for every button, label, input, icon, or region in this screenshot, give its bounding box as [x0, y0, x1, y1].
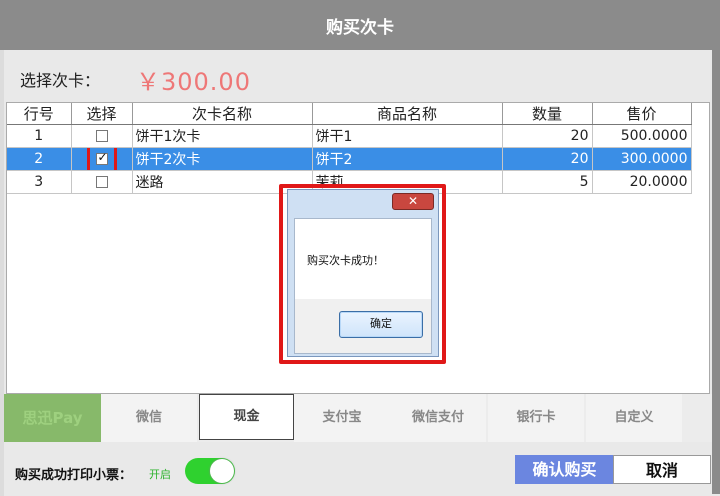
payment-custom[interactable]: 自定义 — [586, 394, 682, 442]
row-checkbox[interactable] — [95, 176, 108, 188]
dialog-body: 购买次卡成功！ 确定 — [294, 218, 432, 354]
confirm-purchase-button[interactable]: 确认购买 — [515, 455, 614, 484]
card-selector: 选择次卡： ￥300.00 — [4, 56, 712, 98]
dialog-message-area: 购买次卡成功！ — [295, 219, 431, 299]
product-name-cell: 饼干2 — [312, 147, 503, 171]
qty-cell: 5 — [502, 170, 593, 194]
payment-cash[interactable]: 现金 — [199, 394, 294, 440]
print-receipt-label: 购买成功打印小票： — [15, 468, 133, 483]
payment-wechat[interactable]: 微信 — [101, 394, 197, 442]
payment-sixun-pay[interactable]: 思迅Pay — [4, 394, 101, 442]
row-number: 3 — [7, 170, 72, 194]
dialog-message: 购买次卡成功！ — [307, 254, 384, 267]
toggle-state-label: 开启 — [149, 468, 171, 481]
row-number: 1 — [7, 124, 72, 148]
column-header-row-no[interactable]: 行号 — [7, 103, 72, 125]
cancel-button[interactable]: 取消 — [613, 455, 711, 484]
payment-bank-card[interactable]: 银行卡 — [488, 394, 584, 442]
right-edge — [712, 34, 720, 494]
column-header-price[interactable]: 售价 — [592, 103, 692, 125]
table-row[interactable]: 1 饼干1次卡 饼干1 20 500.0000 — [7, 124, 692, 148]
card-name-cell: 饼干2次卡 — [132, 147, 313, 171]
checkbox-highlight — [86, 147, 117, 170]
card-selector-label: 选择次卡： — [20, 71, 101, 90]
table-row[interactable]: 2 饼干2次卡 饼干2 20 300.0000 — [7, 147, 692, 171]
card-name-cell: 饼干1次卡 — [132, 124, 313, 148]
price-cell: 300.0000 — [592, 147, 692, 171]
column-header-card-name[interactable]: 次卡名称 — [132, 103, 313, 125]
qty-cell: 20 — [502, 147, 593, 171]
row-number: 2 — [7, 147, 72, 171]
footer-bar: 购买成功打印小票： 开启 确认购买 取消 — [4, 444, 712, 496]
row-checkbox[interactable] — [95, 150, 108, 165]
qty-cell: 20 — [502, 124, 593, 148]
row-select-cell — [71, 170, 133, 194]
product-name-cell: 饼干1 — [312, 124, 503, 148]
toggle-knob — [210, 459, 234, 483]
row-select-cell — [71, 124, 133, 148]
selected-card-price: ￥300.00 — [136, 68, 251, 96]
row-checkbox[interactable] — [95, 130, 108, 142]
payment-wechat-pay[interactable]: 微信支付 — [390, 394, 486, 442]
table-header-row: 行号 选择 次卡名称 商品名称 数量 售价 — [7, 103, 692, 125]
success-dialog: ✕ 购买次卡成功！ 确定 — [287, 189, 439, 357]
price-cell: 20.0000 — [592, 170, 692, 194]
price-cell: 500.0000 — [592, 124, 692, 148]
window-title: 购买次卡 — [0, 0, 720, 50]
print-receipt-toggle[interactable] — [185, 458, 235, 484]
column-header-qty[interactable]: 数量 — [502, 103, 593, 125]
column-header-select[interactable]: 选择 — [71, 103, 133, 125]
card-table: 行号 选择 次卡名称 商品名称 数量 售价 1 饼干1次卡 饼干1 20 500… — [7, 103, 692, 194]
close-icon[interactable]: ✕ — [392, 193, 434, 210]
payment-methods: 思迅Pay 微信 现金 支付宝 微信支付 银行卡 自定义 — [4, 394, 712, 442]
ok-button[interactable]: 确定 — [339, 311, 423, 338]
column-header-product-name[interactable]: 商品名称 — [312, 103, 503, 125]
payment-alipay[interactable]: 支付宝 — [294, 394, 390, 442]
row-select-cell — [71, 147, 133, 171]
